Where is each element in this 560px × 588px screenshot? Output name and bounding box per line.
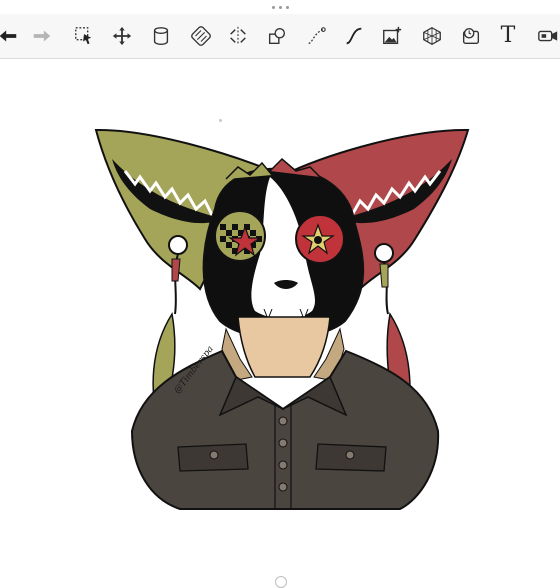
grip-dot	[285, 5, 289, 9]
timelapse-tool-button[interactable]	[457, 22, 485, 50]
redo-button[interactable]	[28, 22, 56, 50]
image-add-icon	[383, 26, 402, 45]
timelapse-icon	[462, 27, 480, 45]
canvas-handle[interactable]	[275, 576, 287, 588]
selection-tool-button[interactable]	[70, 22, 98, 50]
video-icon	[538, 30, 558, 42]
symmetry-tool-button[interactable]	[224, 22, 252, 50]
left-eye-patch	[214, 210, 266, 262]
selection-icon	[75, 27, 92, 45]
character-artwork: @Timberspa	[94, 128, 470, 510]
pattern-tool-button[interactable]	[187, 22, 215, 50]
transform-tool-button[interactable]	[108, 22, 136, 50]
perspective-grid-icon	[423, 27, 441, 45]
move-arrows-icon	[112, 26, 132, 46]
fill-tool-button[interactable]	[147, 22, 175, 50]
curve-tool-button[interactable]	[302, 22, 330, 50]
curve-icon	[308, 27, 326, 44]
video-tool-button[interactable]	[534, 22, 560, 50]
drawing-canvas[interactable]: @Timberspa	[0, 59, 560, 588]
text-icon: T	[500, 23, 516, 48]
ruler-stroke-icon	[346, 27, 362, 45]
neck	[221, 316, 345, 382]
text-tool-button[interactable]: T	[494, 22, 522, 50]
undo-arrow-icon	[0, 30, 17, 42]
top-grip[interactable]	[0, 0, 560, 14]
undo-button[interactable]	[0, 22, 22, 50]
perspective-tool-button[interactable]	[418, 22, 446, 50]
grip-dot	[271, 5, 275, 9]
image-tool-button[interactable]	[378, 22, 406, 50]
cylinder-icon	[153, 27, 169, 45]
toolbar: T	[0, 14, 560, 59]
shapes-tool-button[interactable]	[263, 22, 291, 50]
redo-arrow-icon	[33, 30, 51, 42]
grip-dot	[278, 5, 282, 9]
symmetry-icon	[230, 26, 246, 46]
hatch-icon	[191, 26, 211, 46]
stroke-tool-button[interactable]	[340, 22, 368, 50]
shapes-icon	[268, 27, 286, 45]
right-eye-patch	[295, 214, 345, 264]
